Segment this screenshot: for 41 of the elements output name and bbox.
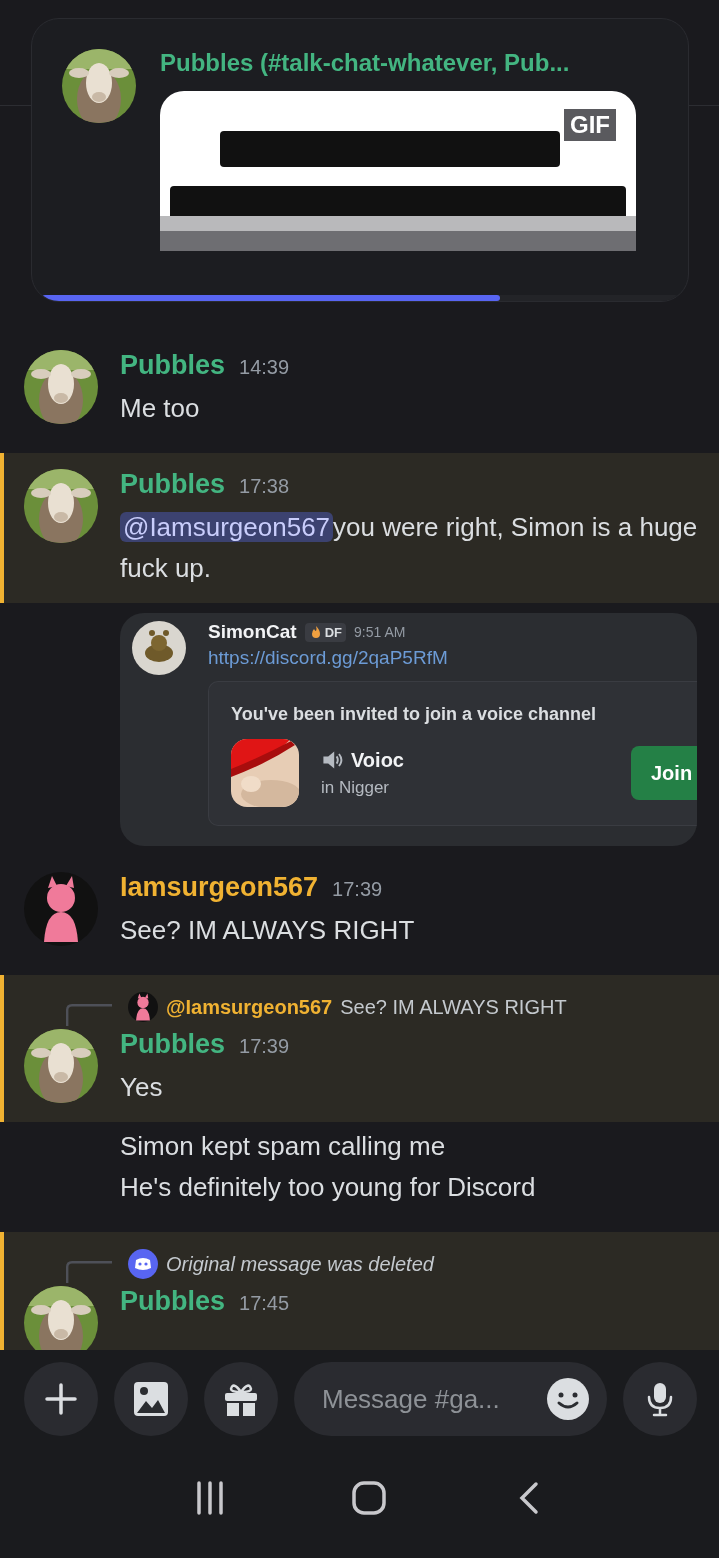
timestamp: 17:38	[239, 475, 290, 498]
timestamp: 9:51 AM	[354, 624, 406, 640]
author-name[interactable]: SimonCat	[208, 621, 297, 643]
avatar	[128, 992, 158, 1022]
timestamp: 17:39	[332, 878, 383, 901]
mention[interactable]: @Iamsurgeon567	[120, 512, 334, 542]
message-text: He's definitely too young for Discord	[120, 1171, 537, 1204]
author-name[interactable]: Pubbles	[120, 469, 226, 500]
timestamp: 14:39	[239, 356, 290, 379]
invite-title: You've been invited to join a voice channel	[231, 704, 598, 725]
author-name[interactable]: Pubbles	[120, 350, 226, 381]
join-button[interactable]: Join	[631, 746, 697, 800]
deleted-notice: Original message was deleted	[166, 1252, 434, 1276]
server-name: in Nigger	[321, 778, 391, 798]
timestamp: 17:39	[239, 1035, 290, 1058]
image-icon	[133, 1381, 169, 1417]
message-field[interactable]: Message #ga...	[294, 1362, 607, 1436]
author-name[interactable]: Pubbles	[120, 1286, 226, 1317]
message-input[interactable]: Message #ga...	[320, 1382, 539, 1416]
message-text: Simon kept spam calling me	[120, 1130, 447, 1163]
message-text: Yes	[120, 1071, 164, 1104]
author-name[interactable]: Iamsurgeon567	[120, 872, 319, 903]
plus-icon	[43, 1381, 79, 1417]
reply-text: See? IM ALWAYS RIGHT	[340, 995, 567, 1019]
home-icon[interactable]	[352, 1481, 387, 1515]
tag-badge: DF	[304, 622, 347, 642]
avatar	[132, 621, 186, 675]
invite-link[interactable]: https://discord.gg/2qaP5RfM	[208, 647, 697, 669]
message-text: Me too	[120, 392, 201, 425]
reply-author[interactable]: @Iamsurgeon567	[166, 995, 333, 1019]
gif-badge: GIF	[564, 109, 616, 141]
channel-name: Voioc	[351, 748, 404, 772]
message-text: @Iamsurgeon567you were right, Simon is a huge fuck up.	[120, 511, 699, 585]
timestamp: 17:45	[239, 1292, 290, 1315]
gift-icon	[223, 1381, 259, 1417]
message-text: See? IM ALWAYS RIGHT	[120, 914, 415, 947]
emoji-icon[interactable]	[547, 1378, 589, 1420]
discord-icon	[128, 1249, 158, 1279]
notification-popup[interactable]: Pubbles (#talk-chat-whatever, Pub... GIF	[31, 18, 689, 302]
notification-title: Pubbles (#talk-chat-whatever, Pub...	[160, 49, 571, 77]
author-name[interactable]: Pubbles	[120, 1029, 226, 1060]
